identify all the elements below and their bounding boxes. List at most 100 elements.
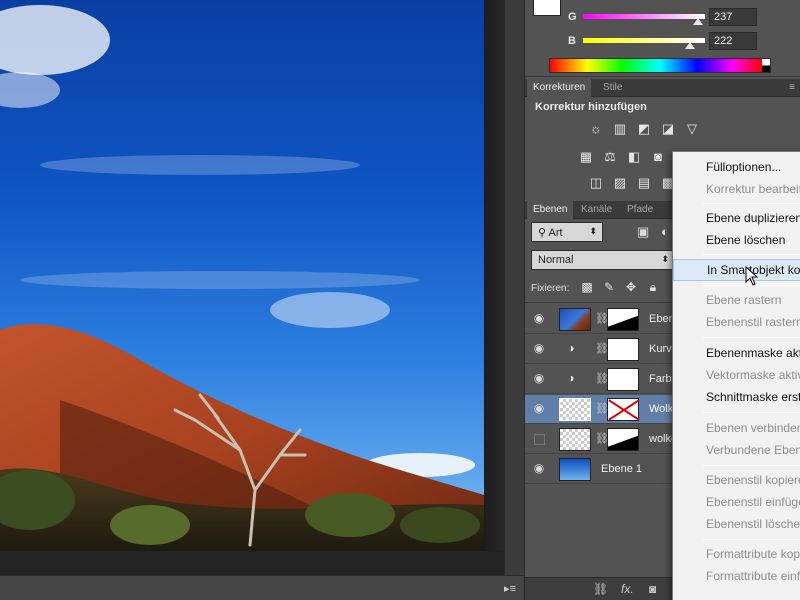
layer-context-menu: Fülloptionen... Korrektur bearbeit Ebene… <box>672 151 800 600</box>
layer-thumbnail <box>559 428 591 451</box>
menu-item-ebene-duplizieren[interactable]: Ebene duplizieren <box>673 207 800 229</box>
channel-row-g: G 237 <box>565 8 795 26</box>
status-bar: ▸≡ <box>0 575 524 600</box>
menu-item-ebene-loeschen[interactable]: Ebene löschen <box>673 229 800 251</box>
color-panel: G 237 B 222 <box>525 0 800 77</box>
lock-transparency-icon[interactable]: ▩ <box>579 280 595 296</box>
menu-item-formattribute-einfuegen: Formattribute einf <box>706 569 800 583</box>
lock-all-icon[interactable]: 🔒︎ <box>645 280 661 296</box>
layer-thumbnail <box>559 398 591 421</box>
tab-kanaele[interactable]: Kanäle <box>575 201 618 219</box>
menu-item-ebenenstil-rastern: Ebenenstil rastern <box>706 315 800 329</box>
menu-separator <box>703 412 800 413</box>
slider-thumb-b[interactable] <box>685 42 695 49</box>
layer-mask-thumbnail[interactable] <box>607 368 639 391</box>
channel-label-g: G <box>568 11 577 23</box>
invert-icon[interactable]: ◫ <box>587 175 605 191</box>
hidden-visibility-box[interactable] <box>534 434 545 445</box>
menu-separator <box>703 465 800 466</box>
menu-item-ebenen-verbinden: Ebenen verbinden <box>706 421 800 435</box>
menu-item-ebene-rastern: Ebene rastern <box>706 293 782 307</box>
menu-separator <box>703 539 800 540</box>
channel-value-b[interactable]: 222 <box>709 32 757 50</box>
hue-adjustment-icon: ◑ <box>567 371 575 385</box>
status-menu-icon[interactable]: ▸≡ <box>504 582 516 595</box>
photoshop-window: ▸≡ G 237 B 222 Korrekturen Stile ≡ Korre… <box>0 0 800 600</box>
layer-mask-thumbnail[interactable] <box>607 428 639 451</box>
adjustments-title: Korrektur hinzufügen <box>535 101 647 113</box>
color-spectrum-bar[interactable] <box>549 58 771 73</box>
blend-mode-select[interactable]: Normal ⬍ <box>531 250 675 270</box>
tab-pfade[interactable]: Pfade <box>621 201 659 219</box>
channel-value-g[interactable]: 237 <box>709 8 757 26</box>
menu-item-korrektur-bearbeiten: Korrektur bearbeit <box>706 182 800 196</box>
eye-icon[interactable]: ◉ <box>531 371 547 387</box>
black-white-swatch[interactable] <box>762 59 770 72</box>
menu-item-ebenenstil-loeschen: Ebenenstil lösche <box>706 517 800 531</box>
menu-item-ebenenmaske-aktivieren[interactable]: Ebenenmaske akti <box>673 342 800 364</box>
menu-item-vektormaske-aktivieren: Vektormaske aktiv <box>706 368 800 382</box>
tab-ebenen[interactable]: Ebenen <box>527 201 574 219</box>
document-shadow <box>484 0 504 560</box>
lock-position-icon[interactable]: ✥ <box>623 280 639 296</box>
lock-row: Fixieren: ▩ ✎ ✥ 🔒︎ <box>531 280 681 298</box>
threshold-icon[interactable]: ▤ <box>635 175 653 191</box>
adjustments-tabbar: Korrekturen Stile ≡ <box>525 79 800 97</box>
layer-filter-value: Art <box>548 227 563 239</box>
vertical-scrollbar[interactable] <box>504 0 524 575</box>
curves-icon[interactable]: ◩ <box>635 121 653 137</box>
menu-separator <box>703 203 800 204</box>
vibrance-icon[interactable]: ▽ <box>683 121 701 137</box>
foreground-swatch[interactable] <box>533 0 561 16</box>
fx-icon[interactable]: fx. <box>621 582 634 596</box>
layer-name[interactable]: Farbt <box>649 373 675 385</box>
posterize-icon[interactable]: ▨ <box>611 175 629 191</box>
menu-item-verbundene-ebenen: Verbundene Eben <box>706 443 800 457</box>
menu-separator <box>703 337 800 338</box>
eye-icon[interactable]: ◉ <box>531 311 547 327</box>
panel-menu-icon[interactable]: ≡ <box>789 82 795 93</box>
menu-item-in-smartobjekt-konvertieren[interactable]: In Smartobjekt ko <box>673 259 800 281</box>
slider-track-g[interactable] <box>583 14 705 19</box>
exposure-icon[interactable]: ◪ <box>659 121 677 137</box>
black-white-icon[interactable]: ◧ <box>625 149 643 165</box>
mouse-cursor-icon <box>745 266 759 286</box>
eye-icon[interactable]: ◉ <box>531 341 547 357</box>
add-mask-icon[interactable]: ◙ <box>649 582 656 596</box>
disabled-mask-thumbnail[interactable] <box>607 398 639 421</box>
layer-thumbnail <box>559 458 591 481</box>
slider-thumb-g[interactable] <box>693 18 703 25</box>
menu-item-ebenenstil-kopieren: Ebenenstil kopiere <box>706 473 800 487</box>
eye-icon[interactable]: ◉ <box>531 401 547 417</box>
document-artwork <box>0 5 484 551</box>
eye-icon[interactable]: ◉ <box>531 461 547 477</box>
tab-korrekturen[interactable]: Korrekturen <box>527 79 592 97</box>
updown-arrow-icon: ⬍ <box>661 254 669 264</box>
hue-saturation-icon[interactable]: ▦ <box>577 149 595 165</box>
menu-item-schnittmaske-erstellen[interactable]: Schnittmaske erst <box>673 386 800 408</box>
photo-filter-icon[interactable]: ◙ <box>649 149 667 165</box>
curves-adjustment-icon: ◑ <box>567 341 575 355</box>
lock-pixels-icon[interactable]: ✎ <box>601 280 617 296</box>
layer-mask-thumbnail[interactable] <box>607 308 639 331</box>
brightness-icon[interactable]: ☼ <box>587 121 605 137</box>
layer-thumbnail <box>559 308 591 331</box>
adjustment-filter-icon[interactable]: ◐ <box>661 224 669 239</box>
canvas-area[interactable]: ▸≡ <box>0 0 524 600</box>
layer-mask-thumbnail[interactable] <box>607 338 639 361</box>
link-layers-icon[interactable]: ⛓︎ <box>593 582 608 596</box>
menu-item-fuelloptionen[interactable]: Fülloptionen... <box>673 156 800 178</box>
menu-item-formattribute-kopieren: Formattribute kop <box>706 547 800 561</box>
layer-name[interactable]: Eben <box>649 313 675 325</box>
lock-label: Fixieren: <box>531 283 570 294</box>
updown-arrow-icon: ⬍ <box>589 226 597 236</box>
layer-name[interactable]: Ebene 1 <box>601 463 642 475</box>
color-balance-icon[interactable]: ⚖ <box>601 149 619 165</box>
menu-item-ebenenstil-einfuegen: Ebenenstil einfüge <box>706 495 800 509</box>
image-filter-icon[interactable]: ▣ <box>637 224 649 240</box>
channel-row-b: B 222 <box>565 32 795 50</box>
levels-icon[interactable]: ▥ <box>611 121 629 137</box>
tab-stile[interactable]: Stile <box>597 79 628 97</box>
layer-filter-select[interactable]: ⚲ Art ⬍ <box>531 222 603 242</box>
document-image[interactable] <box>0 0 484 551</box>
